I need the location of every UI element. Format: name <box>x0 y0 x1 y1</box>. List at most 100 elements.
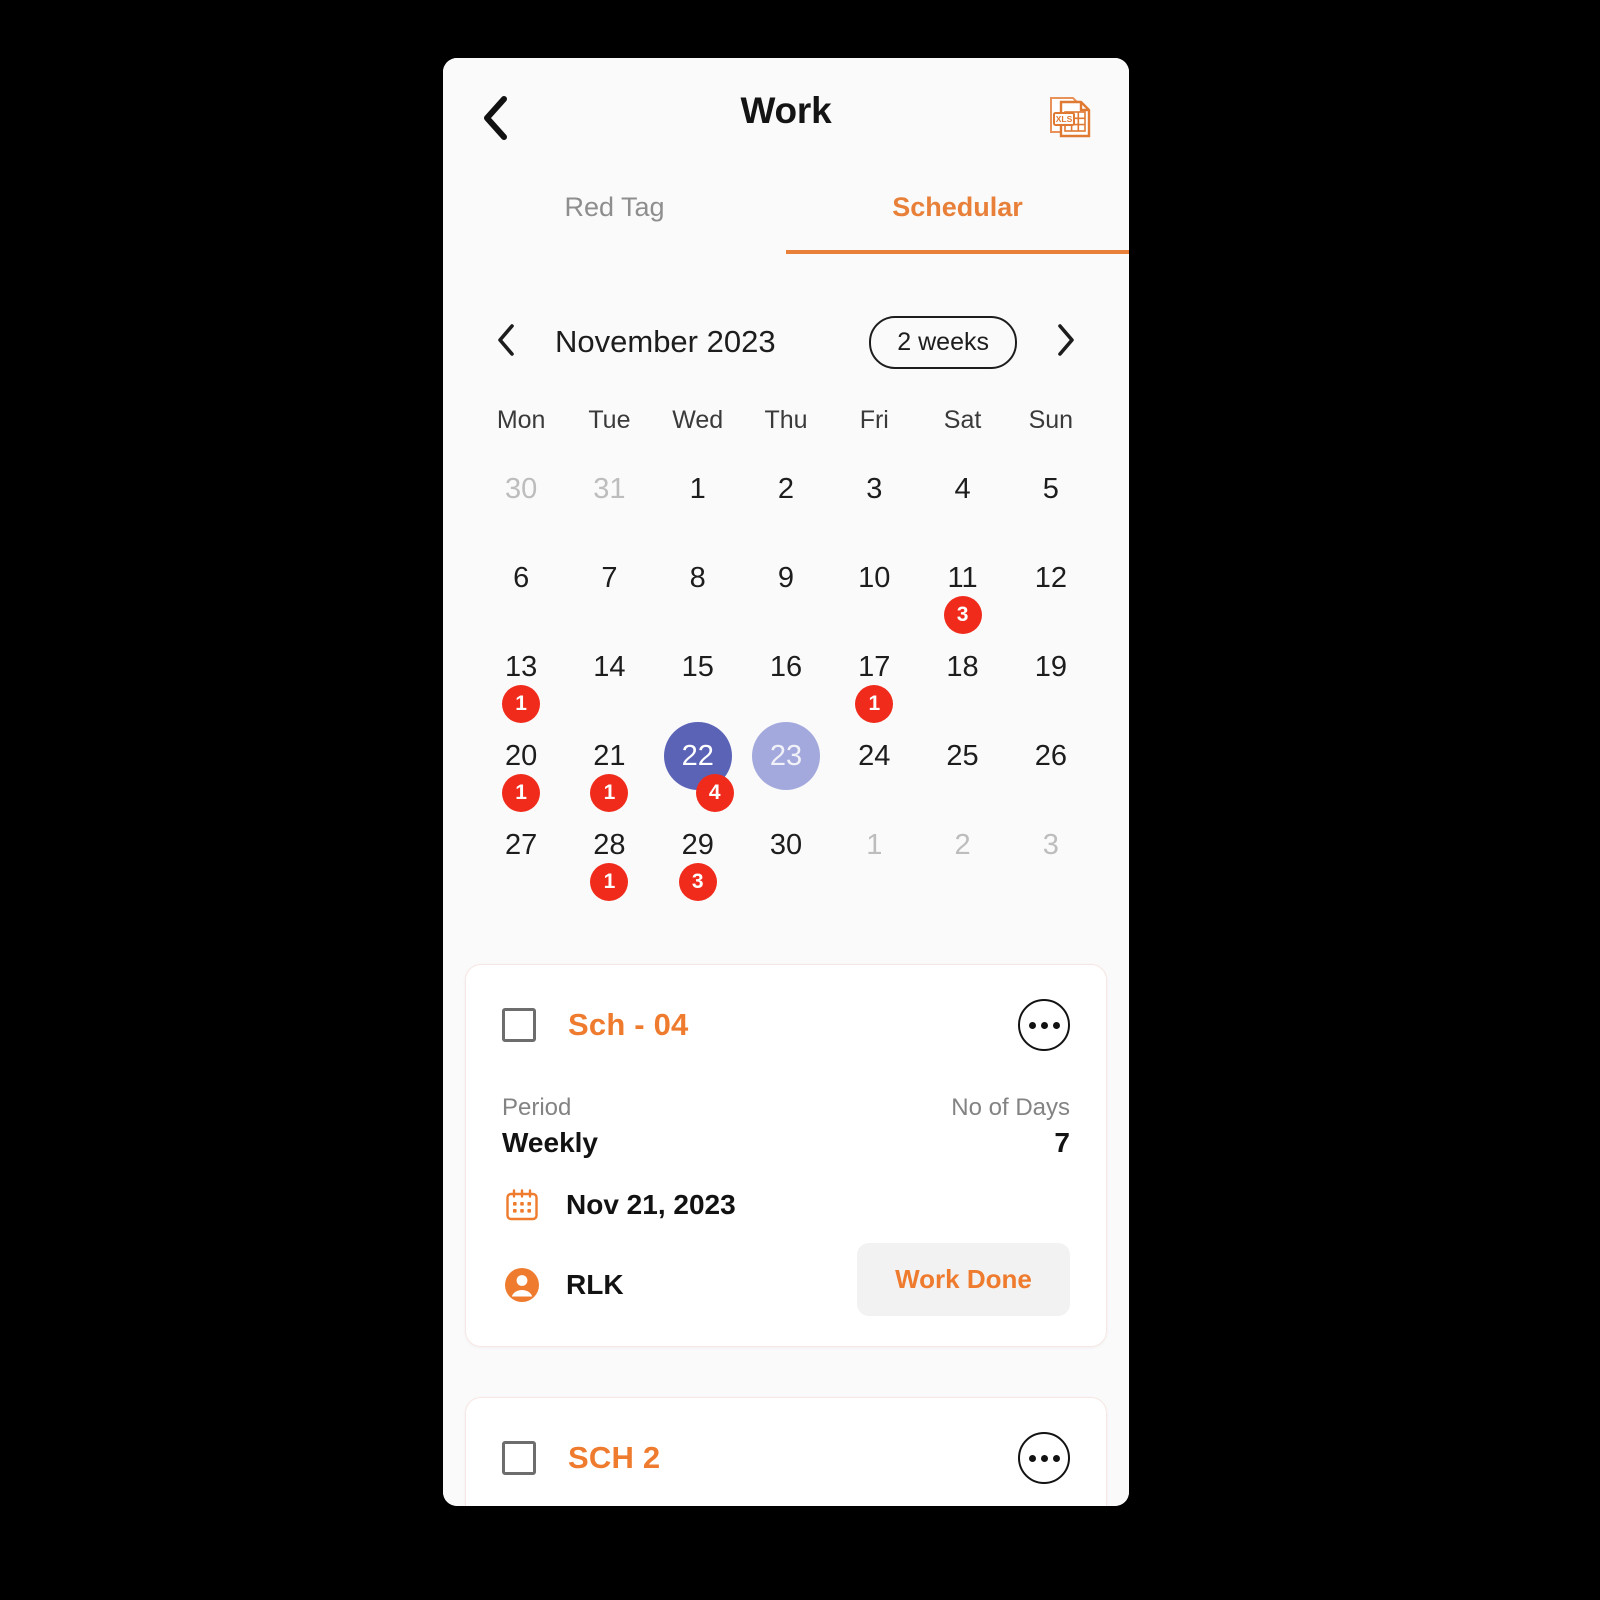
schedule-card[interactable]: SCH 2 <box>465 1397 1107 1506</box>
calendar-day-number: 18 <box>946 650 979 683</box>
calendar-day-cell[interactable]: 10 <box>830 542 918 631</box>
calendar-day-cell[interactable]: 3 <box>1007 809 1095 898</box>
days-value: 7 <box>1054 1127 1070 1158</box>
calendar-day-cell[interactable]: 4 <box>918 453 1006 542</box>
app-bar: Work XLS <box>443 58 1129 170</box>
calendar-day-cell[interactable]: 18 <box>918 631 1006 720</box>
calendar-day-cell[interactable]: 1 <box>654 453 742 542</box>
calendar-day-cell[interactable]: 5 <box>1007 453 1095 542</box>
days-column: No of Days 7 <box>951 1093 1070 1159</box>
tab-schedular-label: Schedular <box>892 192 1023 222</box>
calendar-day-cell[interactable]: 2 <box>918 809 1006 898</box>
schedule-card-list: Sch - 04 Period Weekly No of Days 7 Nov … <box>443 964 1129 1506</box>
calendar-day-count-badge: 1 <box>590 863 629 901</box>
calendar-day-number: 14 <box>593 650 626 683</box>
chevron-left-icon <box>495 323 517 362</box>
calendar-day-count-badge: 1 <box>502 685 541 723</box>
calendar-day-cell[interactable]: 15 <box>654 631 742 720</box>
schedule-card[interactable]: Sch - 04 Period Weekly No of Days 7 Nov … <box>465 964 1107 1347</box>
calendar-day-cell[interactable]: 7 <box>565 542 653 631</box>
more-dots-icon <box>1028 1454 1060 1462</box>
calendar-day-cell[interactable]: 19 <box>1007 631 1095 720</box>
calendar-day-cell[interactable]: 12 <box>1007 542 1095 631</box>
calendar-day-cell[interactable]: 23 <box>742 720 830 809</box>
period-label: Period <box>502 1094 572 1121</box>
calendar-day-cell[interactable]: 9 <box>742 542 830 631</box>
calendar-day-number: 2 <box>954 828 971 861</box>
calendar-weekday-mon: Mon <box>496 406 546 434</box>
calendar-day-cell[interactable]: 25 <box>918 720 1006 809</box>
calendar-month-label: November 2023 <box>555 324 776 359</box>
calendar-day-count-badge: 3 <box>943 596 982 634</box>
calendar-week-row: 27 28 1 29 3 30 1 2 3 <box>477 809 1095 901</box>
tab-red-tag[interactable]: Red Tag <box>443 170 786 254</box>
schedule-checkbox[interactable] <box>502 1441 536 1475</box>
schedule-person-row: RLK Work Done <box>502 1243 1070 1316</box>
calendar-day-cell[interactable]: 26 <box>1007 720 1095 809</box>
content-scroll-area[interactable]: November 2023 2 weeks Mon Tue Wed Thu Fri Sat… <box>443 254 1129 1506</box>
period-column: Period Weekly <box>502 1093 598 1159</box>
calendar-day-number: 24 <box>858 739 891 772</box>
calendar-day-cell[interactable]: 30 <box>477 453 565 542</box>
calendar-day-cell[interactable]: 11 3 <box>918 542 1006 634</box>
calendar-day-cell[interactable]: 17 1 <box>830 631 918 723</box>
calendar-day-cell[interactable]: 16 <box>742 631 830 720</box>
calendar-day-count-badge: 1 <box>502 774 541 812</box>
calendar-weekday-sat: Sat <box>943 406 982 434</box>
work-done-button[interactable]: Work Done <box>857 1243 1070 1316</box>
calendar-day-number: 19 <box>1034 650 1067 683</box>
calendar-day-number: 9 <box>777 561 795 594</box>
calendar-day-count-badge: 1 <box>855 685 894 723</box>
schedule-meta-row: Period Weekly No of Days 7 <box>502 1093 1070 1159</box>
calendar-day-cell[interactable]: 21 1 <box>565 720 653 812</box>
tab-red-tag-label: Red Tag <box>564 192 665 222</box>
export-xls-button[interactable]: XLS <box>1041 88 1097 144</box>
calendar-day-number: 15 <box>681 650 714 683</box>
calendar-icon <box>502 1185 542 1225</box>
schedule-person-line: RLK <box>502 1265 624 1305</box>
calendar-day-number: 5 <box>1042 472 1059 505</box>
calendar-day-number: 27 <box>505 828 538 861</box>
calendar-day-number: 1 <box>689 472 706 505</box>
calendar-day-number: 4 <box>954 472 971 505</box>
calendar-day-cell[interactable]: 14 <box>565 631 653 720</box>
calendar-day-cell[interactable]: 29 3 <box>654 809 742 901</box>
period-value: Weekly <box>502 1127 598 1158</box>
calendar-day-cell[interactable]: 13 1 <box>477 631 565 723</box>
calendar-day-cell[interactable]: 27 <box>477 809 565 898</box>
schedule-more-options-button[interactable] <box>1018 1432 1070 1484</box>
calendar-prev-button[interactable] <box>483 319 529 365</box>
calendar-week-row: 13 1 14 15 16 17 1 18 19 <box>477 631 1095 723</box>
tab-bar: Red Tag Schedular <box>443 170 1129 254</box>
calendar-day-number: 16 <box>769 650 803 683</box>
calendar-day-cell[interactable]: 28 1 <box>565 809 653 901</box>
calendar-next-button[interactable] <box>1043 319 1089 365</box>
calendar-day-cell[interactable]: 8 <box>654 542 742 631</box>
calendar-day-cell[interactable]: 24 <box>830 720 918 809</box>
calendar-week-row: 20 1 21 1 22 4 23 24 25 26 <box>477 720 1095 812</box>
calendar-range-selector[interactable]: 2 weeks <box>869 315 1017 369</box>
calendar-weekday-fri: Fri <box>859 406 889 434</box>
schedule-checkbox[interactable] <box>502 1008 536 1042</box>
calendar-day-cell[interactable]: 22 4 <box>654 720 742 812</box>
calendar-day-cell[interactable]: 1 <box>830 809 918 898</box>
days-label: No of Days <box>951 1094 1070 1121</box>
calendar-weekday-thu: Thu <box>764 406 808 434</box>
calendar-grid: Mon Tue Wed Thu Fri Sat Sun 30 31 1 2 3 4 5 6 7 8 9 10 11 3… <box>443 394 1129 901</box>
calendar-day-count-badge: 3 <box>678 863 717 901</box>
calendar-day-cell[interactable]: 2 <box>742 453 830 542</box>
calendar-day-cell[interactable]: 30 <box>742 809 830 898</box>
tab-schedular[interactable]: Schedular <box>786 170 1129 254</box>
calendar-day-cell[interactable]: 3 <box>830 453 918 542</box>
schedule-date-line: Nov 21, 2023 <box>502 1185 1070 1225</box>
person-icon <box>502 1265 542 1305</box>
schedule-more-options-button[interactable] <box>1018 999 1070 1051</box>
calendar-day-cell[interactable]: 6 <box>477 542 565 631</box>
more-dots-icon <box>1028 1021 1060 1029</box>
calendar-day-number: 25 <box>946 739 979 772</box>
schedule-date-value: Nov 21, 2023 <box>566 1189 736 1220</box>
calendar-day-cell[interactable]: 31 <box>565 453 653 542</box>
calendar-day-cell[interactable]: 20 1 <box>477 720 565 812</box>
calendar-weekday-tue: Tue <box>588 406 631 434</box>
schedule-card-header: Sch - 04 <box>502 999 1070 1051</box>
